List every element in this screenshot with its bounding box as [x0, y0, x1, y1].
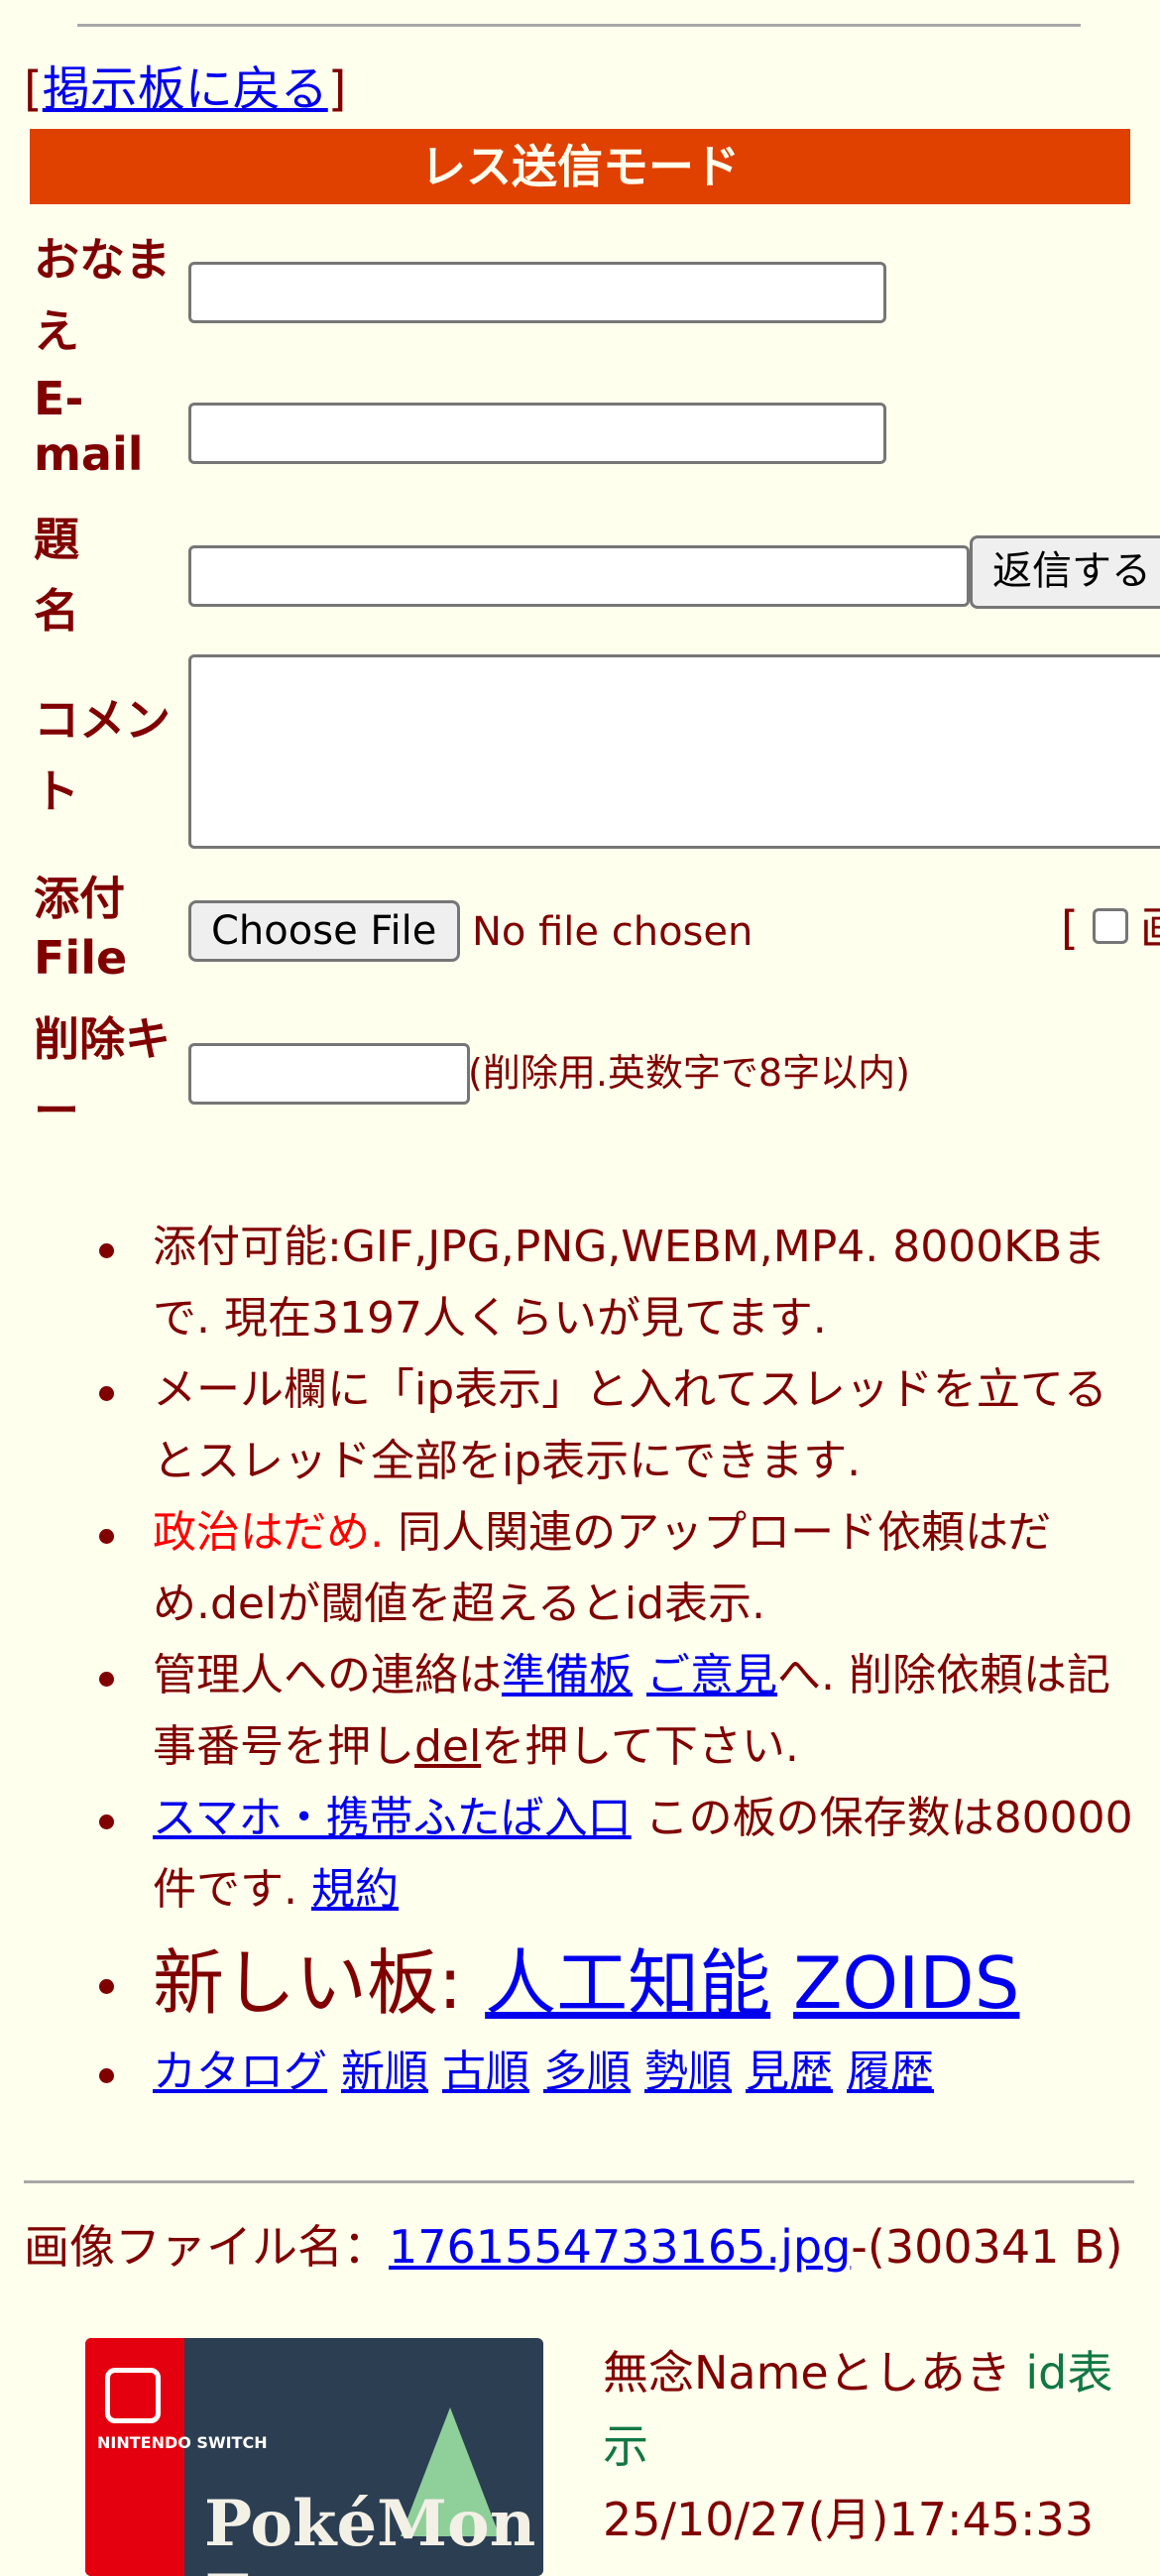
post-date: 25/10/27(月)17:45:33	[603, 2493, 1095, 2546]
poster-name: 無念Nameとしあき	[603, 2346, 1011, 2400]
post-thumbnail-image[interactable]: NINTENDO SWITCH PokéMon Z	[85, 2338, 543, 2576]
post-file-info: 画像ファイル名：1761554733165.jpg-(300341 B)	[24, 2220, 1123, 2274]
choose-file-button[interactable]: Choose File	[188, 900, 460, 962]
subject-input[interactable]	[188, 545, 970, 607]
sort-new-link[interactable]: 新順	[341, 2047, 428, 2097]
feedback-link[interactable]: ご意見	[646, 1650, 777, 1700]
back-to-board-link[interactable]: 掲示板に戻る	[43, 61, 328, 117]
post-header: 無念Nameとしあき id表示 25/10/27(月)17:45:33	[603, 2336, 1154, 2556]
mobile-entrance-link[interactable]: スマホ・携帯ふたば入口	[153, 1793, 632, 1843]
zoids-board-link[interactable]: ZOIDS	[793, 1941, 1019, 2025]
bottom-divider	[24, 2180, 1134, 2183]
delkey-input[interactable]	[188, 1043, 470, 1105]
rule-item-ip: メール欄に「ip表示」と入れてスレッドを立てるとスレッド全部をip表示にできます…	[0, 1354, 1160, 1497]
no-file-text: No file chosen	[472, 909, 754, 955]
prep-board-link[interactable]: 準備板	[502, 1650, 633, 1700]
rule-item-new-boards: 新しい板: 人工知能 ZOIDS	[0, 1930, 1160, 2037]
terms-link[interactable]: 規約	[311, 1864, 399, 1915]
options-bracket: [	[1061, 901, 1079, 955]
view-history-link[interactable]: 見歴	[746, 2047, 833, 2097]
reply-submit-button[interactable]: 返信する	[970, 535, 1160, 609]
top-divider	[77, 24, 1081, 27]
comment-textarea[interactable]	[188, 654, 1160, 849]
image-option-checkbox[interactable]	[1093, 908, 1128, 944]
rule-item-mobile: スマホ・携帯ふたば入口 この板の保存数は80000件です. 規約	[0, 1783, 1160, 1926]
post-image-link[interactable]: 1761554733165.jpg	[389, 2220, 851, 2274]
file-label: 添付File	[34, 872, 128, 985]
sort-many-link[interactable]: 多順	[543, 2047, 631, 2097]
catalog-link[interactable]: カタログ	[153, 2047, 327, 2097]
delkey-note: (削除用.英数字で8字以内)	[468, 1051, 910, 1095]
sort-momentum-link[interactable]: 勢順	[644, 2047, 732, 2097]
delkey-label: 削除キー	[34, 1012, 171, 1137]
del-link[interactable]: del	[414, 1721, 481, 1772]
rule-item-catalog: カタログ 新順 古順 多順 勢順 見歴 履歴	[0, 2037, 1160, 2108]
thumb-logo-text: PokéMon Z	[204, 2487, 536, 2576]
rule-item-attachments: 添付可能:GIF,JPG,PNG,WEBM,MP4. 8000KBまで. 現在3…	[0, 1212, 1160, 1354]
thumb-brand-text: NINTENDO SWITCH	[97, 2433, 268, 2452]
history-link[interactable]: 履歴	[847, 2047, 934, 2097]
subject-label: 題名	[34, 513, 79, 638]
email-label: E-mail	[34, 372, 144, 481]
rule-item-contact: 管理人への連絡は準備板 ご意見へ. 削除依頼は記事番号を押しdelを押して下さい…	[0, 1640, 1160, 1783]
name-label: おなまえ	[34, 233, 171, 358]
back-to-board: [掲示板に戻る]	[24, 61, 347, 117]
ai-board-link[interactable]: 人工知能	[485, 1941, 770, 2025]
switch-logo-icon	[105, 2368, 161, 2423]
comment-label: コメント	[34, 693, 171, 818]
rule-item-politics: 政治はだめ. 同人関連のアップロード依頼はだめ.delが閾値を超えるとid表示.	[0, 1497, 1160, 1640]
name-input[interactable]	[188, 262, 886, 323]
sort-old-link[interactable]: 古順	[442, 2047, 529, 2097]
reply-mode-header: レス送信モード	[30, 129, 1130, 204]
email-input[interactable]	[188, 403, 886, 464]
board-rules-list: 添付可能:GIF,JPG,PNG,WEBM,MP4. 8000KBまで. 現在3…	[0, 1212, 1160, 2108]
image-option-label: 画	[1140, 898, 1160, 958]
